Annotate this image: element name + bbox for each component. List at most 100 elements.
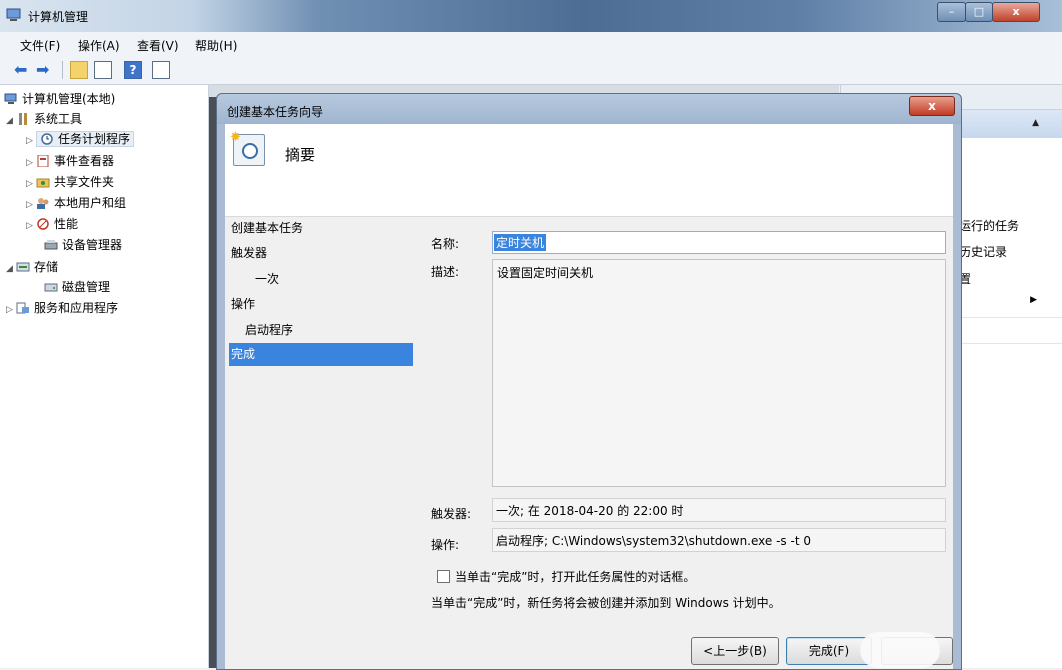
description-label: 描述: [431, 265, 460, 279]
back-button[interactable]: <上一步(B) [691, 637, 779, 665]
collapse-triangle-icon[interactable]: ◢ [6, 259, 16, 279]
tree-node-storage[interactable]: ◢ 存储 [6, 257, 58, 277]
watermark-blur [860, 632, 940, 668]
toolbar-separator [62, 61, 63, 79]
expand-triangle-icon[interactable]: ▷ [26, 131, 36, 151]
tree-node-computer-management[interactable]: 计算机管理(本地) [4, 89, 115, 109]
tree-label: 磁盘管理 [62, 280, 111, 294]
name-label: 名称: [431, 237, 460, 251]
trigger-label: 触发器: [431, 507, 472, 521]
expand-triangle-icon[interactable]: ▷ [26, 216, 36, 236]
performance-icon [36, 216, 50, 230]
tree-label: 设备管理器 [62, 238, 123, 252]
create-basic-task-dialog: 创建基本任务向导 x ✸ 摘要 创建基本任务 触发器 一次 操作 启动程序 完成… [216, 93, 962, 670]
tree-node-task-scheduler[interactable]: ▷ 任务计划程序 [26, 129, 135, 151]
tree-node-device-manager[interactable]: 设备管理器 [44, 235, 122, 255]
action-history[interactable]: 历史记录 [959, 243, 1007, 260]
menu-action[interactable]: 操作(A) [78, 37, 120, 54]
computer-management-icon [6, 8, 22, 22]
tree-label: 事件查看器 [54, 154, 115, 168]
wizard-step-action[interactable]: 操作 [231, 295, 255, 312]
action-divider [959, 343, 1062, 344]
window-titlebar: 计算机管理 – □ x [0, 0, 1062, 32]
window-title: 计算机管理 [28, 10, 89, 24]
toolbar: ⬅ ➡ ? [0, 56, 1062, 85]
open-properties-label[interactable]: 当单击“完成”时，打开此任务属性的对话框。 [455, 568, 695, 585]
wizard-step-trigger[interactable]: 触发器 [231, 244, 267, 261]
name-value: 定时关机 [494, 234, 547, 251]
event-viewer-icon [36, 153, 50, 168]
tree-label: 计算机管理(本地) [22, 92, 116, 106]
sparkle-icon: ✸ [230, 130, 241, 145]
action-running-tasks[interactable]: 运行的任务 [959, 217, 1019, 234]
collapse-up-icon[interactable]: ▲ [1032, 118, 1039, 128]
open-properties-checkbox[interactable] [437, 570, 450, 583]
tree-node-disk-management[interactable]: 磁盘管理 [44, 277, 110, 297]
clock-icon [40, 131, 54, 145]
close-button[interactable]: x [992, 2, 1040, 22]
dialog-titlebar: 创建基本任务向导 x [217, 94, 961, 124]
tree-node-services-apps[interactable]: ▷ 服务和应用程序 [6, 298, 118, 318]
selected-highlight: 任务计划程序 [36, 131, 135, 147]
menu-file[interactable]: 文件(F) [20, 37, 60, 54]
dialog-title: 创建基本任务向导 [227, 105, 324, 119]
shared-folder-icon [36, 174, 50, 188]
tree-node-shared-folders[interactable]: ▷ 共享文件夹 [26, 172, 114, 192]
help-icon[interactable]: ? [124, 61, 142, 79]
description-value: 设置固定时间关机 [497, 266, 594, 280]
page-title: 摘要 [285, 146, 316, 164]
tree-label: 存储 [34, 260, 59, 274]
tree-node-performance[interactable]: ▷ 性能 [26, 214, 78, 234]
tree-label: 服务和应用程序 [34, 301, 119, 315]
device-manager-icon [44, 237, 58, 250]
users-icon [36, 195, 50, 209]
expand-triangle-icon[interactable]: ▷ [26, 174, 36, 194]
expand-triangle-icon[interactable]: ▷ [26, 195, 36, 215]
tree-label: 任务计划程序 [58, 132, 131, 146]
tree-label: 共享文件夹 [54, 175, 115, 189]
wizard-step-create[interactable]: 创建基本任务 [231, 219, 303, 236]
navigation-tree: 计算机管理(本地) ◢ 系统工具 ▷ 任务计划程序 ▷ 事件查看器 ▷ 共享文件夹 ▷ 本… [0, 85, 209, 668]
task-clock-icon: ✸ [230, 130, 265, 166]
tools-icon [16, 111, 30, 125]
tree-node-event-viewer[interactable]: ▷ 事件查看器 [26, 151, 114, 171]
action-pane-icon[interactable] [152, 61, 170, 79]
tree-label: 系统工具 [34, 112, 83, 126]
description-field[interactable]: 设置固定时间关机 [492, 259, 946, 487]
maximize-button[interactable]: □ [965, 2, 993, 22]
dialog-close-button[interactable]: x [909, 96, 955, 116]
action-field: 启动程序; C:\Windows\system32\shutdown.exe -… [492, 528, 946, 552]
tree-node-system-tools[interactable]: ◢ 系统工具 [6, 109, 82, 129]
console-tree-icon[interactable] [94, 61, 112, 79]
trigger-value: 一次; 在 2018-04-20 的 22:00 时 [496, 504, 684, 518]
action-value: 启动程序; C:\Windows\system32\shutdown.exe -… [496, 534, 811, 548]
back-arrow-icon[interactable]: ⬅ [14, 61, 32, 79]
expand-triangle-icon[interactable]: ▷ [6, 300, 16, 320]
tree-label: 本地用户和组 [54, 196, 127, 210]
clock-face [242, 143, 258, 159]
action-divider [959, 317, 1062, 318]
wizard-step-once[interactable]: 一次 [255, 270, 279, 287]
collapse-triangle-icon[interactable]: ◢ [6, 111, 16, 131]
action-label: 操作: [431, 538, 460, 552]
menu-help[interactable]: 帮助(H) [195, 37, 237, 54]
up-folder-icon[interactable] [70, 61, 88, 79]
wizard-step-finish[interactable]: 完成 [229, 343, 413, 366]
dialog-body: ✸ 摘要 创建基本任务 触发器 一次 操作 启动程序 完成 名称: 定时关机 描… [225, 124, 953, 669]
tree-node-local-users[interactable]: ▷ 本地用户和组 [26, 193, 126, 213]
forward-arrow-icon[interactable]: ➡ [36, 61, 54, 79]
menu-bar: 文件(F) 操作(A) 查看(V) 帮助(H) [0, 32, 1062, 57]
trigger-field: 一次; 在 2018-04-20 的 22:00 时 [492, 498, 946, 522]
submenu-arrow-icon[interactable]: ▶ [1030, 295, 1037, 305]
computer-management-icon [4, 91, 18, 104]
minimize-button[interactable]: – [937, 2, 966, 22]
finish-note: 当单击“完成”时，新任务将会被创建并添加到 Windows 计划中。 [431, 596, 781, 610]
name-field[interactable]: 定时关机 [492, 231, 946, 254]
storage-icon [16, 259, 30, 272]
services-icon [16, 300, 30, 314]
wizard-step-start-program[interactable]: 启动程序 [245, 321, 293, 338]
menu-view[interactable]: 查看(V) [137, 37, 179, 54]
disk-icon [44, 279, 58, 292]
expand-triangle-icon[interactable]: ▷ [26, 153, 36, 173]
dialog-header: ✸ 摘要 [225, 124, 953, 217]
